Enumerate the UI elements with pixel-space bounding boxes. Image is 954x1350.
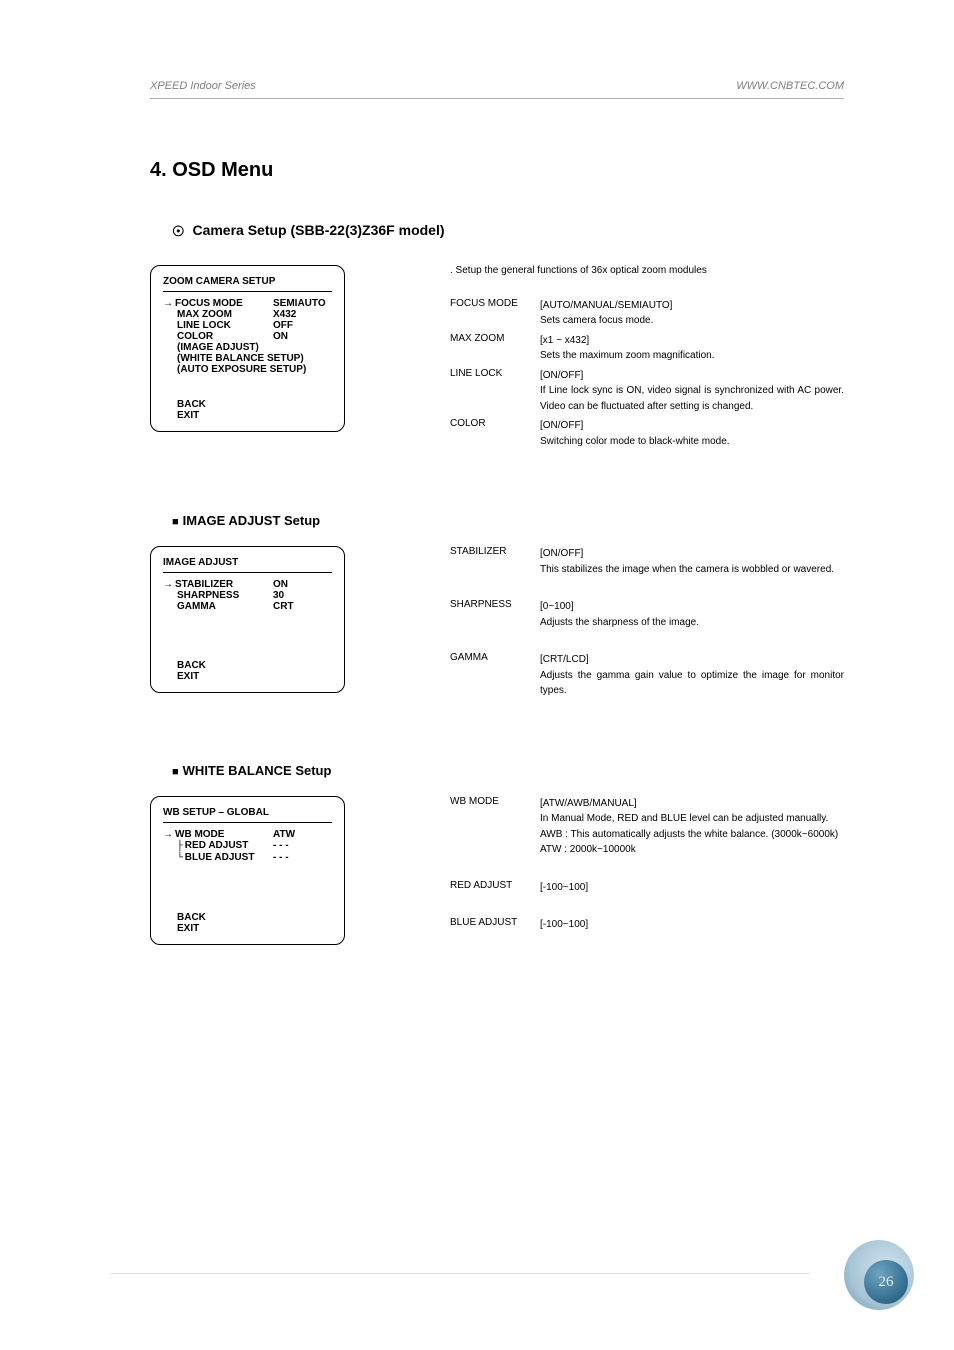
zoom-val-maxzoom: X432 — [273, 309, 332, 320]
image-back: BACK — [163, 660, 332, 671]
wb-box-title: WB SETUP – GLOBAL — [163, 807, 332, 823]
image-box-title: IMAGE ADJUST — [163, 557, 332, 573]
wb-r-blue: [-100~100] — [540, 919, 588, 930]
zoom-row-ae: (AUTO EXPOSURE SETUP) — [163, 364, 306, 375]
header-left: XPEED Indoor Series — [150, 80, 256, 92]
wb-section: WB SETUP – GLOBAL WB MODEATW ├ RED ADJUS… — [150, 796, 844, 945]
page-number: 26 — [864, 1260, 908, 1304]
image-osd-box: IMAGE ADJUST STABILIZERON SHARPNESS30 GA… — [150, 546, 345, 693]
zoom-r-max: [x1 ~ x432] — [540, 335, 589, 346]
zoom-k-focus: FOCUS MODE — [450, 298, 540, 329]
zoom-k-max: MAX ZOOM — [450, 333, 540, 364]
zoom-row-wb: (WHITE BALANCE SETUP) — [163, 353, 304, 364]
zoom-t-ll: If Line lock sync is ON, video signal is… — [540, 385, 844, 412]
zoom-k-ll: LINE LOCK — [450, 368, 540, 415]
wb-k-red: RED ADJUST — [450, 880, 540, 896]
img-r-stab: [ON/OFF] — [540, 548, 583, 559]
zoom-desc-lead: . Setup the general functions of 36x opt… — [450, 265, 844, 276]
zoom-row-focus: FOCUS MODE — [163, 298, 273, 309]
zoom-t-max: Sets the maximum zoom magnification. — [540, 350, 715, 361]
image-row-sharp: SHARPNESS — [163, 590, 273, 601]
zoom-k-color: COLOR — [450, 418, 540, 449]
img-t-stab: This stabilizes the image when the camer… — [540, 564, 834, 575]
zoom-desc: . Setup the general functions of 36x opt… — [450, 265, 844, 454]
page-number-badge: 26 — [844, 1240, 914, 1310]
wb-val-mode: ATW — [273, 829, 332, 840]
zoom-val-color: ON — [273, 331, 332, 342]
wb-val-red: - - - — [273, 840, 332, 852]
image-row-gamma: GAMMA — [163, 601, 273, 612]
wb-row-red: ├ RED ADJUST — [163, 840, 273, 852]
zoom-box-title: ZOOM CAMERA SETUP — [163, 276, 332, 292]
wb-val-blue: - - - — [273, 852, 332, 864]
wb-back: BACK — [163, 912, 332, 923]
zoom-val-focus: SEMIAUTO — [273, 298, 332, 309]
img-t-gamma: Adjusts the gamma gain value to optimize… — [540, 670, 844, 697]
zoom-osd-box: ZOOM CAMERA SETUP FOCUS MODESEMIAUTO MAX… — [150, 265, 345, 432]
img-k-sharp: SHARPNESS — [450, 599, 540, 630]
wb-k-mode: WB MODE — [450, 796, 540, 858]
img-k-gamma: GAMMA — [450, 652, 540, 699]
wb-r-red: [-100~100] — [540, 882, 588, 893]
zoom-row-imageadj: (IMAGE ADJUST) — [163, 342, 273, 353]
img-t-sharp: Adjusts the sharpness of the image. — [540, 617, 699, 628]
bullet-icon: ☉ — [172, 223, 185, 240]
img-k-stab: STABILIZER — [450, 546, 540, 577]
img-r-gamma: [CRT/LCD] — [540, 654, 589, 665]
zoom-r-ll: [ON/OFF] — [540, 370, 583, 381]
image-val-gamma: CRT — [273, 601, 332, 612]
wb-k-blue: BLUE ADJUST — [450, 917, 540, 933]
wb-r-mode: [ATW/AWB/MANUAL] — [540, 798, 637, 809]
wb-row-blue: └ BLUE ADJUST — [163, 852, 273, 864]
image-val-sharp: 30 — [273, 590, 332, 601]
zoom-row-linelock: LINE LOCK — [163, 320, 273, 331]
image-val-stab: ON — [273, 579, 332, 590]
zoom-t-color: Switching color mode to black-white mode… — [540, 436, 730, 447]
zoom-val-linelock: OFF — [273, 320, 332, 331]
wb-heading: WHITE BALANCE Setup — [172, 763, 844, 778]
wb-row-mode: WB MODE — [163, 829, 273, 840]
zoom-back: BACK — [163, 399, 332, 410]
zoom-t-focus: Sets camera focus mode. — [540, 315, 653, 326]
zoom-r-focus: [AUTO/MANUAL/SEMIAUTO] — [540, 300, 672, 311]
image-section: IMAGE ADJUST STABILIZERON SHARPNESS30 GA… — [150, 546, 844, 703]
page-header: XPEED Indoor Series WWW.CNBTEC.COM — [150, 80, 844, 99]
wb-exit: EXIT — [163, 923, 332, 934]
image-desc: STABILIZER[ON/OFF] This stabilizes the im… — [450, 546, 844, 703]
subsection-label: Camera Setup (SBB-22(3)Z36F model) — [192, 222, 444, 238]
zoom-row-maxzoom: MAX ZOOM — [163, 309, 273, 320]
wb-osd-box: WB SETUP – GLOBAL WB MODEATW ├ RED ADJUS… — [150, 796, 345, 945]
image-row-stab: STABILIZER — [163, 579, 273, 590]
wb-desc: WB MODE[ATW/AWB/MANUAL] In Manual Mode, R… — [450, 796, 844, 937]
wb-t-mode: In Manual Mode, RED and BLUE level can b… — [540, 813, 838, 855]
subsection-title: ☉ Camera Setup (SBB-22(3)Z36F model) — [172, 222, 844, 240]
zoom-r-color: [ON/OFF] — [540, 420, 583, 431]
header-right: WWW.CNBTEC.COM — [736, 80, 844, 92]
zoom-section: ZOOM CAMERA SETUP FOCUS MODESEMIAUTO MAX… — [150, 265, 844, 454]
zoom-row-color: COLOR — [163, 331, 273, 342]
img-r-sharp: [0~100] — [540, 601, 574, 612]
image-exit: EXIT — [163, 671, 332, 682]
zoom-exit: EXIT — [163, 410, 332, 421]
page-title: 4. OSD Menu — [150, 159, 844, 182]
image-heading: IMAGE ADJUST Setup — [172, 513, 844, 528]
footer-rule — [110, 1273, 810, 1274]
